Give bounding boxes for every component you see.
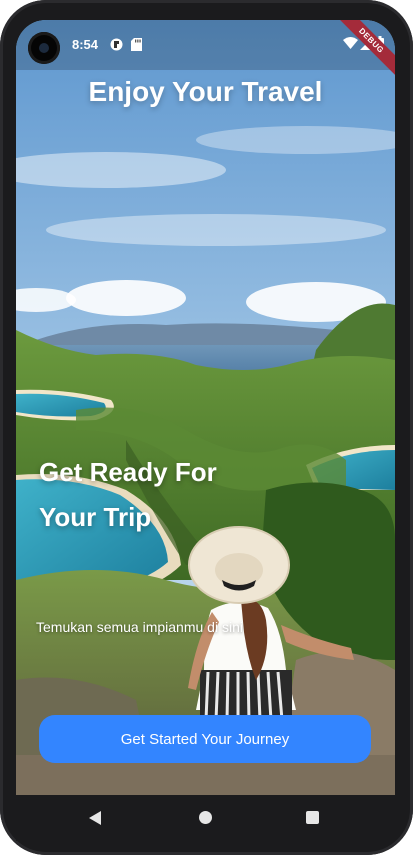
- headline: Get Ready For Your Trip: [39, 450, 299, 540]
- system-navigation-bar: [16, 795, 395, 841]
- headline-line-1: Get Ready For: [39, 457, 217, 487]
- travel-background-image: [16, 20, 395, 795]
- app-screen: 8:54 DEBUG Enjoy Your Travel Get Ready F…: [16, 20, 395, 795]
- sim-notification-icon: [110, 38, 123, 51]
- get-started-button[interactable]: Get Started Your Journey: [39, 715, 371, 763]
- subtitle: Temukan semua impianmu di sini: [36, 619, 243, 635]
- sd-card-icon: [131, 38, 142, 51]
- back-icon[interactable]: [89, 811, 101, 825]
- wifi-icon: [343, 37, 358, 49]
- status-bar: 8:54 DEBUG: [16, 20, 395, 80]
- recents-icon[interactable]: [306, 811, 319, 824]
- camera-cutout: [28, 32, 60, 64]
- status-time: 8:54: [72, 37, 99, 52]
- home-icon[interactable]: [199, 811, 212, 824]
- page-title: Enjoy Your Travel: [88, 76, 323, 107]
- headline-line-2: Your Trip: [39, 502, 152, 532]
